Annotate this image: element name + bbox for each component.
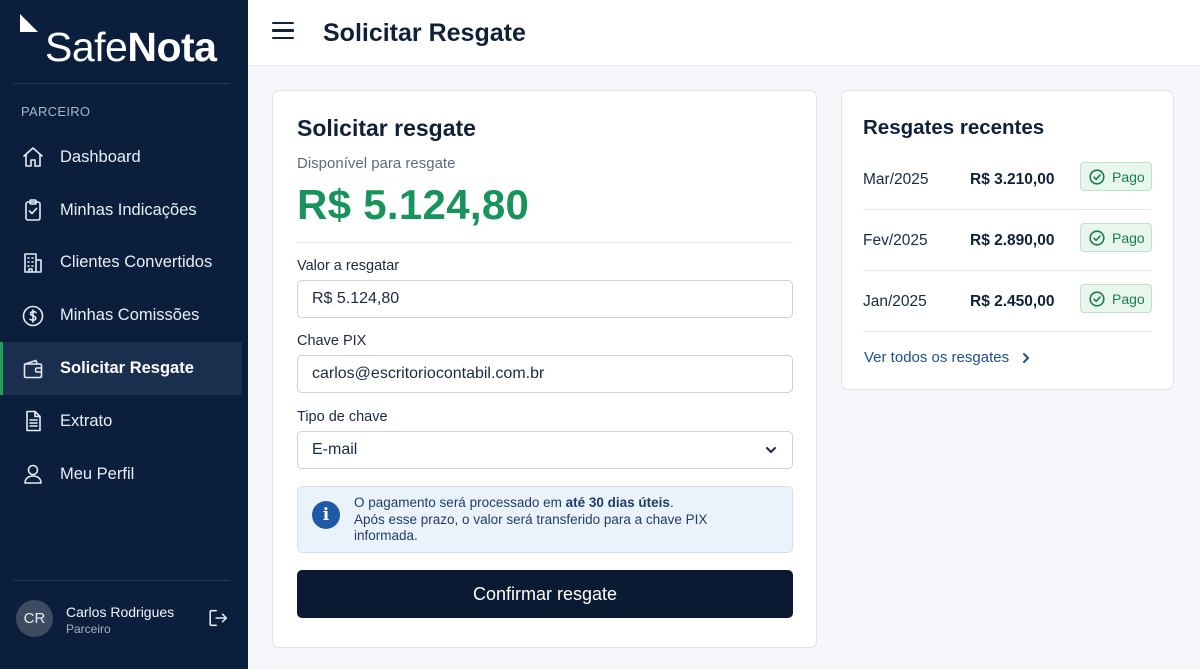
redemption-month: Fev/2025 xyxy=(863,232,928,249)
pix-key-value: carlos@escritoriocontabil.com.br xyxy=(312,365,545,382)
key-type-label: Tipo de chave xyxy=(297,409,388,425)
key-type-value: E-mail xyxy=(312,441,358,458)
key-type-select[interactable]: E-mail xyxy=(297,431,793,469)
sidebar-item-label: Solicitar Resgate xyxy=(60,359,194,378)
sidebar-item-dashboard[interactable]: Dashboard xyxy=(0,131,248,184)
info-icon: i xyxy=(312,501,340,529)
status-badge: Pago xyxy=(1080,284,1152,313)
logout-icon[interactable] xyxy=(207,607,231,631)
logo-wordmark: SafeNota xyxy=(45,24,217,70)
sidebar-item-clientes-convertidos[interactable]: Clientes Convertidos xyxy=(0,237,248,290)
sidebar-item-label: Dashboard xyxy=(60,147,141,166)
pix-key-label: Chave PIX xyxy=(297,333,367,349)
info-notice: i O pagamento será processado em até 30 … xyxy=(297,486,793,553)
building-icon xyxy=(20,250,45,275)
sidebar-item-extrato[interactable]: Extrato xyxy=(0,395,248,448)
form-title: Solicitar resgate xyxy=(297,115,476,141)
top-bar: Solicitar Resgate xyxy=(248,0,1200,66)
available-label: Disponível para resgate xyxy=(297,155,456,172)
home-icon xyxy=(20,145,45,170)
sidebar-item-label: Minhas Comissões xyxy=(60,306,200,325)
amount-label: Valor a resgatar xyxy=(297,258,400,274)
redemption-amount: R$ 3.210,00 xyxy=(970,171,1055,188)
check-circle-icon xyxy=(1089,168,1105,185)
sidebar-item-minhas-indicacoes[interactable]: Minhas Indicações xyxy=(0,184,248,237)
sidebar-item-label: Clientes Convertidos xyxy=(60,253,213,272)
sidebar-divider xyxy=(14,580,230,581)
status-badge: Pago xyxy=(1080,223,1152,252)
redeem-form-card: Solicitar resgate Disponível para resgat… xyxy=(272,90,817,648)
info-text: O pagamento será processado em até 30 di… xyxy=(354,495,708,543)
menu-icon[interactable] xyxy=(272,22,294,40)
dollar-circle-icon xyxy=(20,303,45,328)
sidebar-section-label: PARCEIRO xyxy=(21,104,91,119)
list-item: Mar/2025 R$ 3.210,00 Pago xyxy=(863,149,1152,210)
sidebar-item-label: Extrato xyxy=(60,411,113,430)
sidebar: SafeNota PARCEIRO Dashboard Minhas Indic… xyxy=(0,0,248,669)
redemption-month: Jan/2025 xyxy=(863,293,927,310)
page-title: Solicitar Resgate xyxy=(323,19,526,47)
user-role: Parceiro xyxy=(66,622,111,636)
confirm-redeem-button[interactable]: Confirmar resgate xyxy=(297,570,793,618)
sidebar-item-label: Meu Perfil xyxy=(60,464,135,483)
sidebar-item-meu-perfil[interactable]: Meu Perfil xyxy=(0,448,248,501)
chevron-right-icon xyxy=(1023,352,1030,363)
amount-input[interactable]: R$ 5.124,80 xyxy=(297,280,793,318)
sidebar-nav: Dashboard Minhas Indicações Clientes Con… xyxy=(0,131,248,501)
redemption-amount: R$ 2.890,00 xyxy=(970,232,1055,249)
pix-key-input[interactable]: carlos@escritoriocontabil.com.br xyxy=(297,355,793,393)
amount-value: R$ 5.124,80 xyxy=(312,290,400,307)
logo-mark-icon xyxy=(20,14,38,32)
clipboard-check-icon xyxy=(20,198,45,223)
chevron-down-icon xyxy=(764,443,778,457)
available-balance: R$ 5.124,80 xyxy=(297,181,530,228)
sidebar-item-label: Minhas Indicações xyxy=(60,200,197,219)
redemption-amount: R$ 2.450,00 xyxy=(970,293,1055,310)
avatar[interactable]: CR xyxy=(16,600,53,637)
sidebar-divider xyxy=(14,83,230,84)
list-item: Fev/2025 R$ 2.890,00 Pago xyxy=(863,210,1152,271)
check-circle-icon xyxy=(1089,229,1105,246)
safenota-logo[interactable]: SafeNota xyxy=(20,14,240,74)
check-circle-icon xyxy=(1089,290,1105,307)
recent-title: Resgates recentes xyxy=(863,116,1045,139)
sidebar-item-minhas-comissoes[interactable]: Minhas Comissões xyxy=(0,289,248,342)
sidebar-item-solicitar-resgate[interactable]: Solicitar Resgate xyxy=(0,342,242,395)
redemption-month: Mar/2025 xyxy=(863,171,929,188)
form-divider xyxy=(297,242,793,243)
user-icon xyxy=(20,462,45,487)
user-name: Carlos Rodrigues xyxy=(66,604,175,620)
document-icon xyxy=(20,409,45,434)
wallet-icon xyxy=(20,356,45,381)
status-badge: Pago xyxy=(1080,162,1152,191)
list-item: Jan/2025 R$ 2.450,00 Pago xyxy=(863,271,1152,332)
see-all-redemptions-link[interactable]: Ver todos os resgates xyxy=(864,349,1033,366)
recent-redemptions-card: Resgates recentes Mar/2025 R$ 3.210,00 P… xyxy=(841,90,1174,390)
user-profile: CR Carlos Rodrigues Parceiro xyxy=(0,590,248,650)
